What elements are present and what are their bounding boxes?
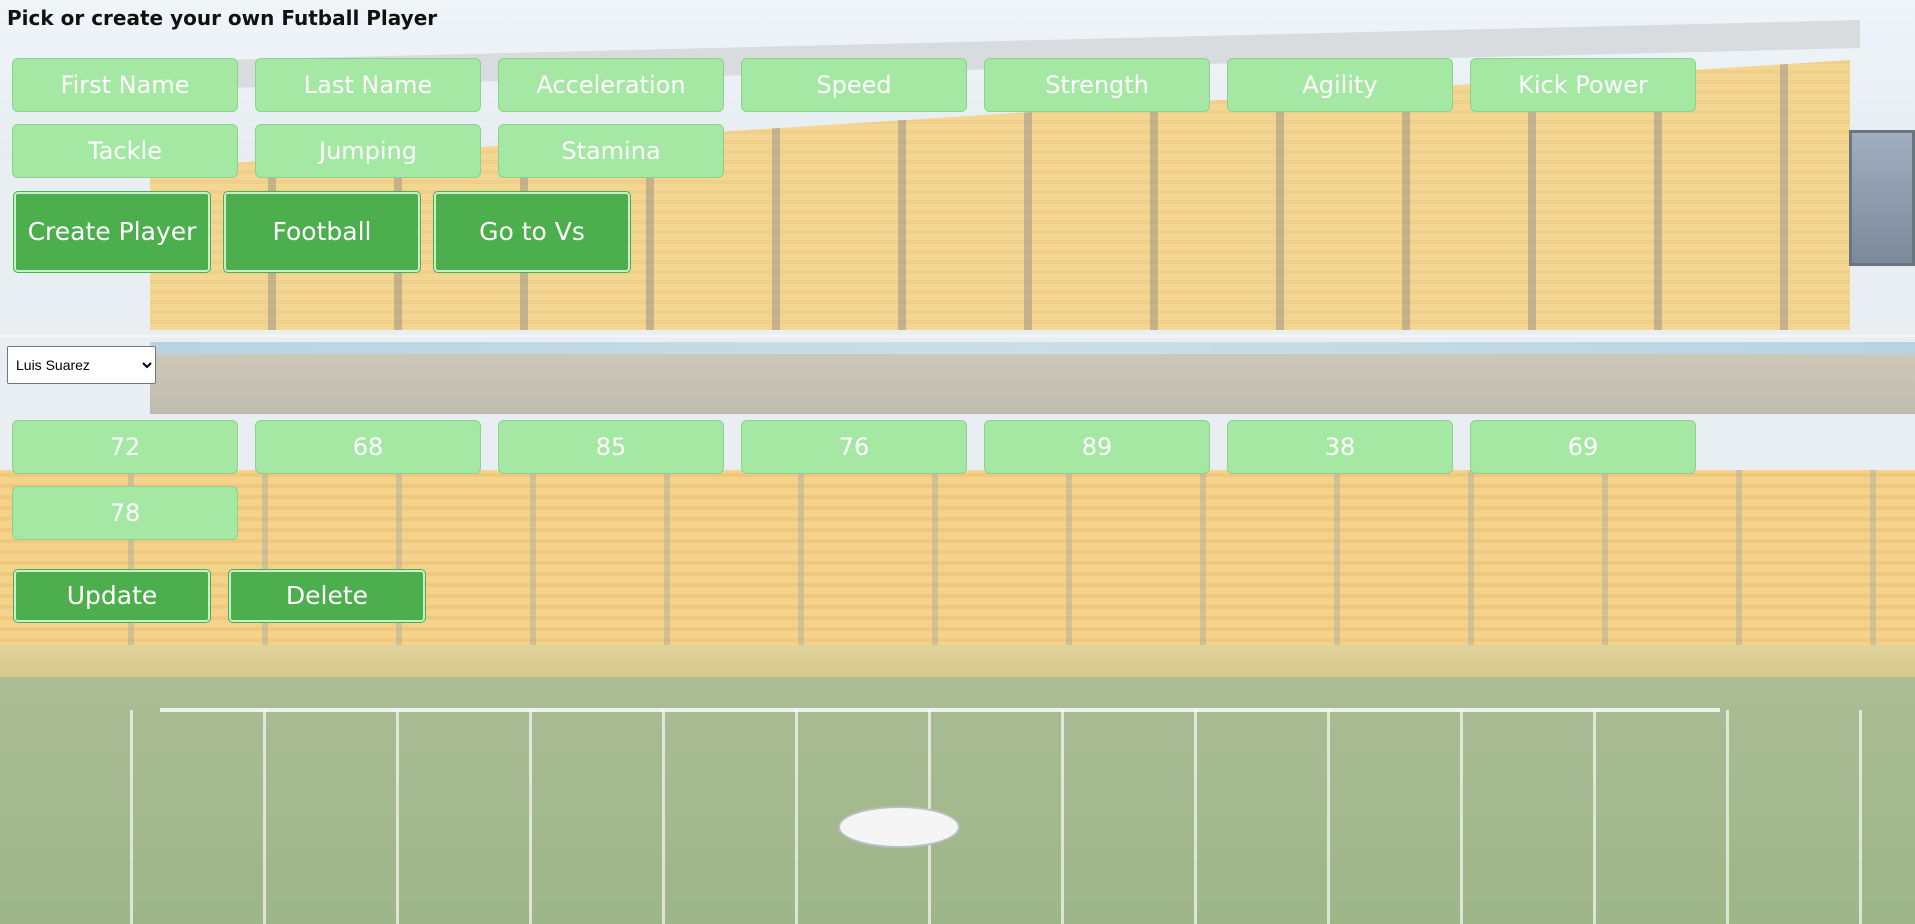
- agility-field[interactable]: Agility: [1227, 58, 1453, 112]
- jumping-field[interactable]: Jumping: [255, 124, 481, 178]
- kick-power-field[interactable]: Kick Power: [1470, 58, 1696, 112]
- delete-button[interactable]: Delete: [229, 570, 425, 622]
- kick-power-value[interactable]: 69: [1470, 420, 1696, 474]
- section-divider: [0, 335, 1915, 337]
- last-name-field[interactable]: Last Name: [255, 58, 481, 112]
- stamina-field[interactable]: Stamina: [498, 124, 724, 178]
- tackle-field[interactable]: Tackle: [12, 124, 238, 178]
- acceleration-value[interactable]: 85: [498, 420, 724, 474]
- football-button[interactable]: Football: [224, 192, 420, 272]
- speed-value[interactable]: 76: [741, 420, 967, 474]
- update-button[interactable]: Update: [14, 570, 210, 622]
- page-title: Pick or create your own Futball Player: [7, 6, 438, 30]
- agility-value[interactable]: 38: [1227, 420, 1453, 474]
- speed-field[interactable]: Speed: [741, 58, 967, 112]
- player-editor: Pick or create your own Futball Player F…: [0, 0, 1915, 924]
- player-select[interactable]: Luis Suarez: [7, 346, 156, 384]
- first-name-value[interactable]: 72: [12, 420, 238, 474]
- acceleration-field[interactable]: Acceleration: [498, 58, 724, 112]
- go-to-vs-button[interactable]: Go to Vs: [434, 192, 630, 272]
- create-player-button[interactable]: Create Player: [14, 192, 210, 272]
- last-name-value[interactable]: 68: [255, 420, 481, 474]
- strength-value[interactable]: 89: [984, 420, 1210, 474]
- strength-field[interactable]: Strength: [984, 58, 1210, 112]
- tackle-value[interactable]: 78: [12, 486, 238, 540]
- first-name-field[interactable]: First Name: [12, 58, 238, 112]
